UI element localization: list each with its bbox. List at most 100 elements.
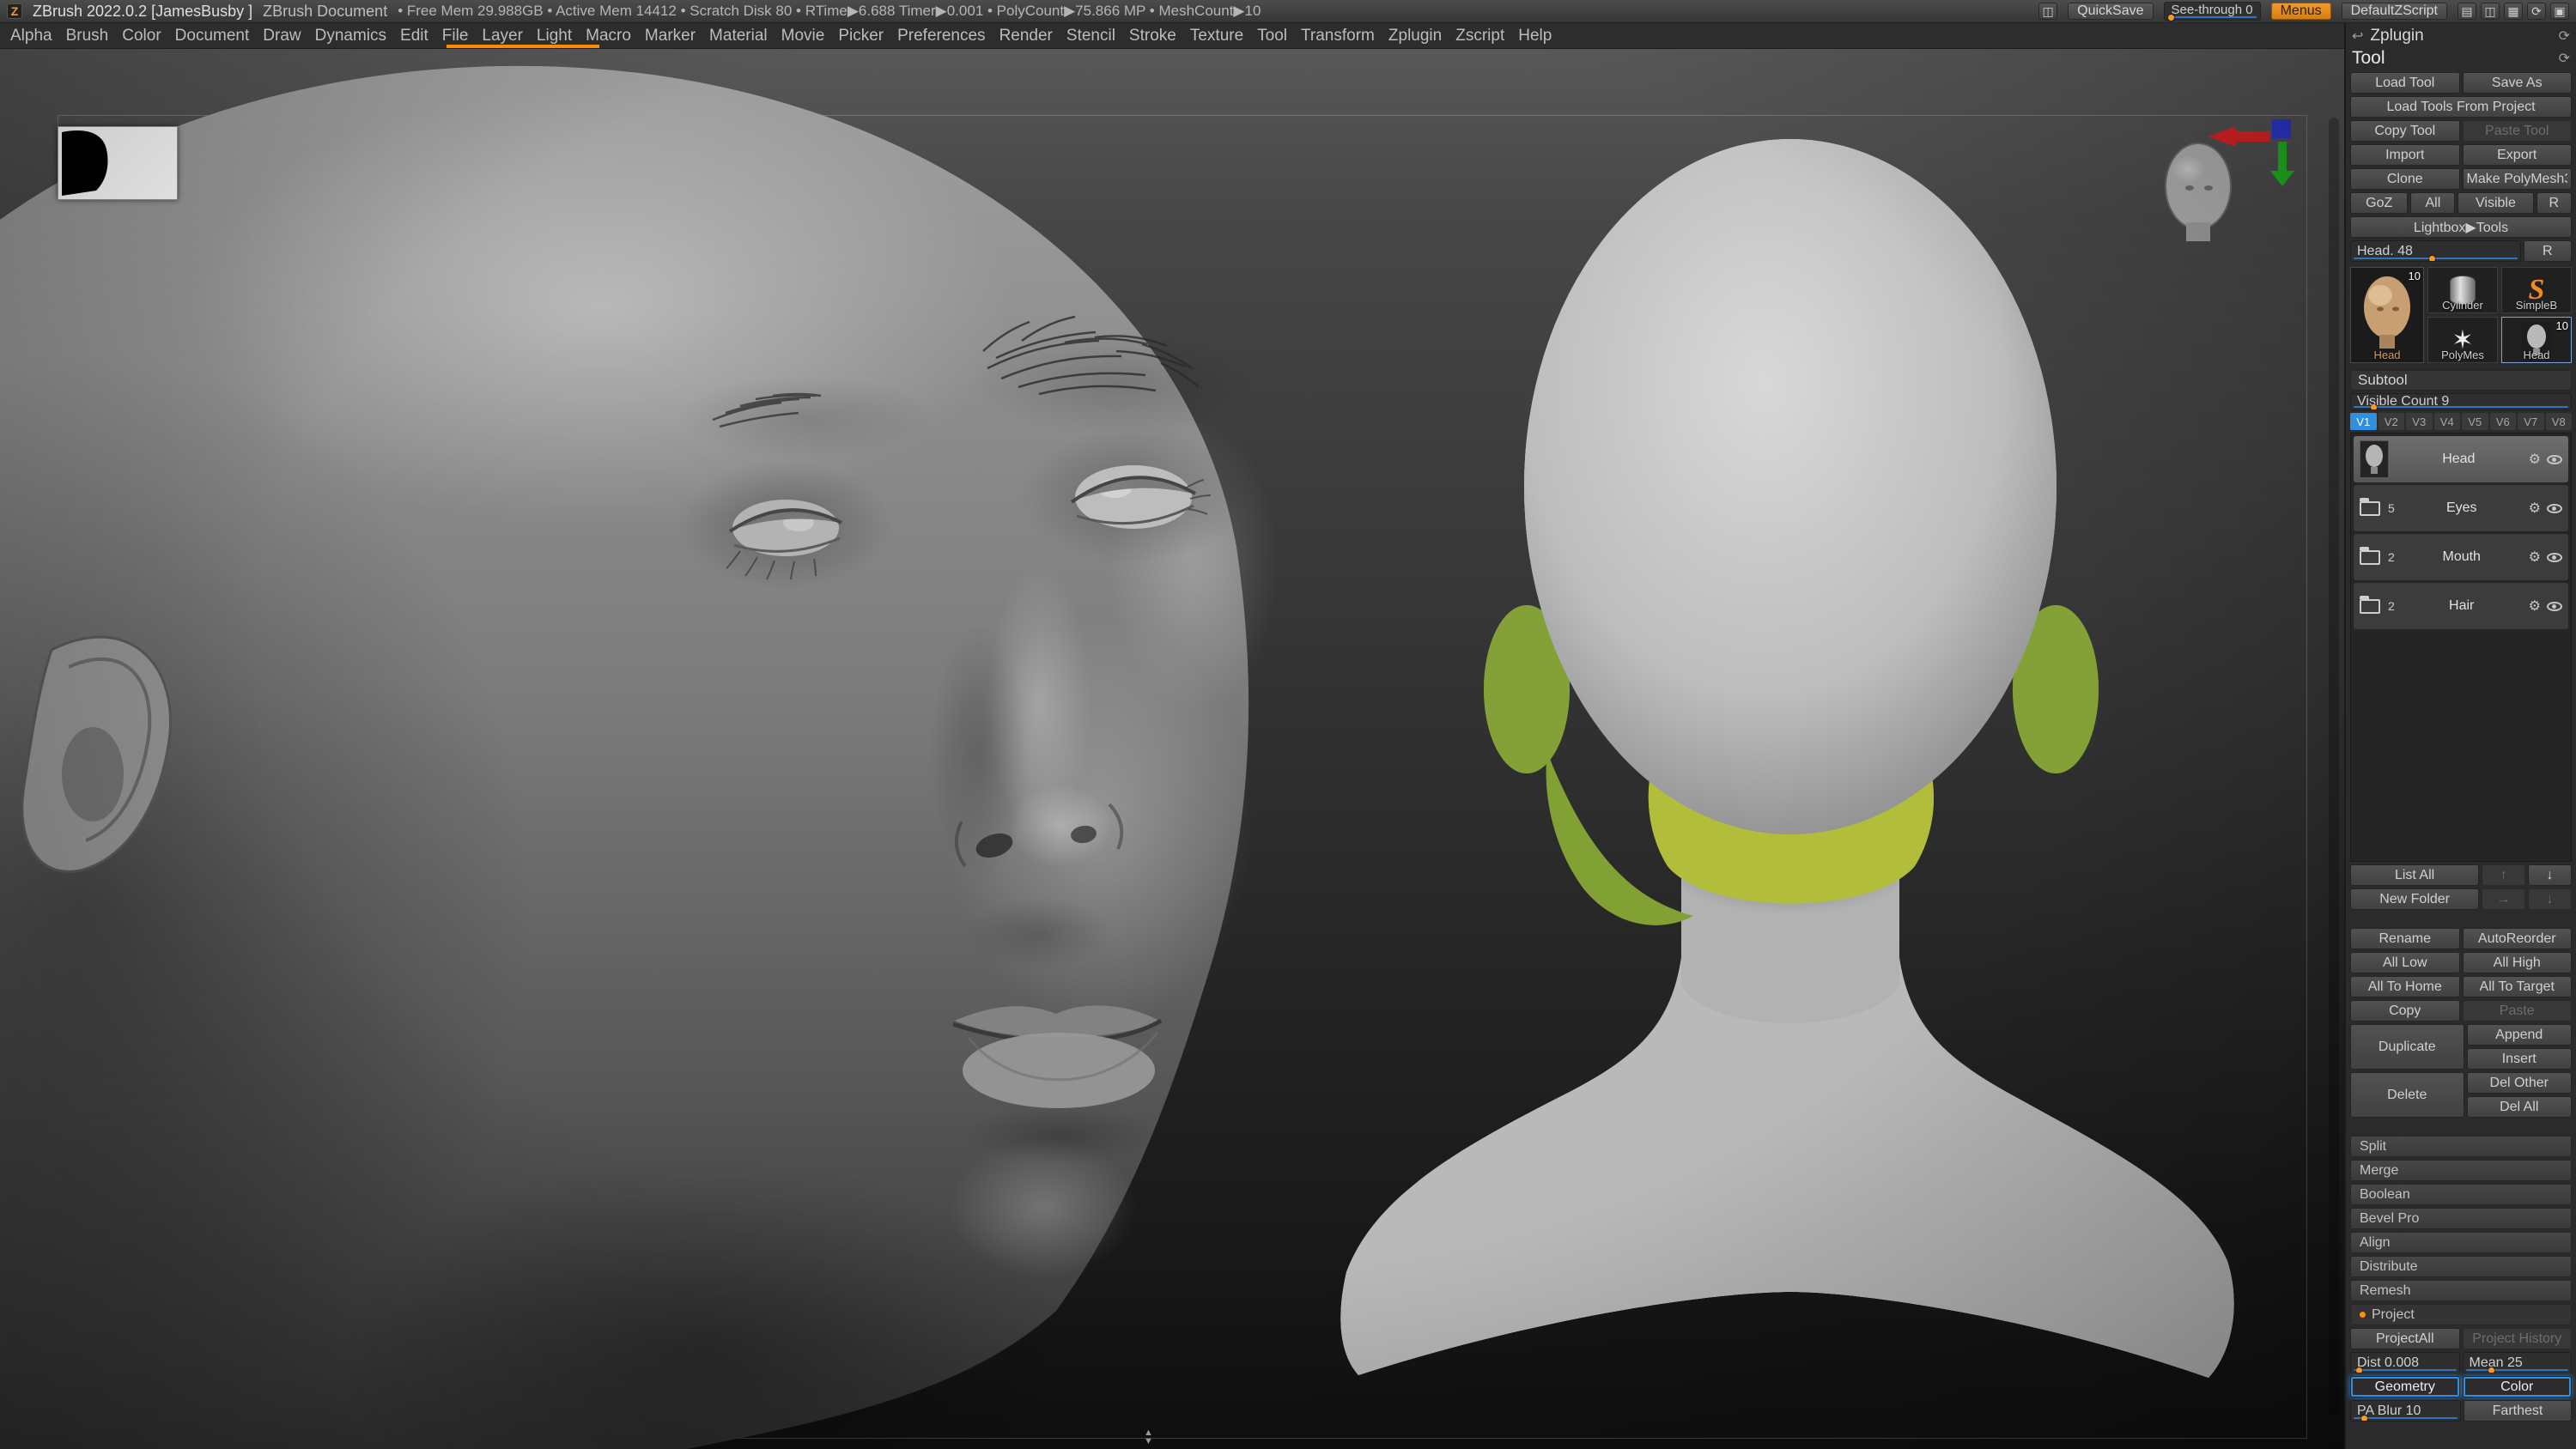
button-copy[interactable]: Copy bbox=[2350, 1000, 2460, 1022]
menu-document[interactable]: Document bbox=[168, 27, 257, 45]
slider-thumb[interactable] bbox=[2429, 256, 2436, 261]
current-tool-thumbnail[interactable]: 10 Head bbox=[2350, 267, 2424, 363]
button-all-to-target[interactable]: All To Target bbox=[2462, 976, 2572, 997]
subtool-tab-v6[interactable]: V6 bbox=[2489, 413, 2516, 430]
button-copy-tool[interactable]: Copy Tool bbox=[2350, 120, 2460, 142]
gear-icon[interactable]: ⚙ bbox=[2529, 549, 2541, 566]
button-make-polymesh3d[interactable]: Make PolyMesh3D bbox=[2462, 168, 2572, 190]
button-goz[interactable]: GoZ bbox=[2350, 192, 2409, 214]
button-new-folder[interactable]: New Folder bbox=[2350, 888, 2480, 910]
button-append[interactable]: Append bbox=[2466, 1024, 2572, 1046]
visibility-eye-icon[interactable] bbox=[2547, 454, 2562, 464]
subpalette-align[interactable]: Align bbox=[2350, 1232, 2572, 1253]
menu-draw[interactable]: Draw bbox=[256, 27, 307, 45]
button-all-to-home[interactable]: All To Home bbox=[2350, 976, 2460, 997]
visibility-eye-icon[interactable] bbox=[2547, 503, 2562, 513]
button-autoreorder[interactable]: AutoReorder bbox=[2462, 928, 2572, 949]
menu-help[interactable]: Help bbox=[1511, 27, 1558, 45]
slider-thumb[interactable] bbox=[2370, 404, 2377, 409]
button-all-low[interactable]: All Low bbox=[2350, 952, 2460, 973]
tool-refresh-icon[interactable]: ⟳ bbox=[2559, 50, 2570, 67]
quicksave-button[interactable]: QuickSave bbox=[2068, 3, 2154, 20]
button-r[interactable]: R bbox=[2536, 192, 2572, 214]
menu-dynamics[interactable]: Dynamics bbox=[308, 27, 393, 45]
gear-icon[interactable]: ⚙ bbox=[2529, 451, 2541, 468]
button-lightbox-tools[interactable]: Lightbox▶Tools bbox=[2350, 216, 2572, 238]
section-project[interactable]: Project bbox=[2350, 1304, 2572, 1325]
menu-material[interactable]: Material bbox=[702, 27, 775, 45]
button-head-48[interactable]: Head. 48 bbox=[2350, 240, 2521, 262]
button-item[interactable]: ↓ bbox=[2528, 888, 2572, 910]
menu-preferences[interactable]: Preferences bbox=[890, 27, 992, 45]
menu-brush[interactable]: Brush bbox=[59, 27, 116, 45]
alpha-thumbnail[interactable] bbox=[58, 126, 178, 200]
button-farthest[interactable]: Farthest bbox=[2464, 1400, 2572, 1422]
subtool-tab-v7[interactable]: V7 bbox=[2518, 413, 2544, 430]
menu-light[interactable]: Light bbox=[530, 27, 579, 45]
tool-thumb-head[interactable]: 10 Head bbox=[2501, 317, 2572, 363]
subtool-tab-v1[interactable]: V1 bbox=[2350, 413, 2377, 430]
menu-zplugin[interactable]: Zplugin bbox=[1382, 27, 1449, 45]
menu-layer[interactable]: Layer bbox=[475, 27, 530, 45]
menu-color[interactable]: Color bbox=[115, 27, 167, 45]
menu-marker[interactable]: Marker bbox=[638, 27, 702, 45]
refresh-ui-icon[interactable]: ⟳ bbox=[2527, 3, 2546, 20]
subtool-item-eyes[interactable]: 5 Eyes ⚙ bbox=[2354, 485, 2568, 531]
button-save-as[interactable]: Save As bbox=[2462, 72, 2572, 94]
subtool-item-head[interactable]: Head ⚙ bbox=[2354, 436, 2568, 482]
menus-button[interactable]: Menus bbox=[2270, 3, 2331, 20]
menu-macro[interactable]: Macro bbox=[579, 27, 638, 45]
subtool-tab-v4[interactable]: V4 bbox=[2433, 413, 2460, 430]
menu-zscript[interactable]: Zscript bbox=[1449, 27, 1511, 45]
button-delete[interactable]: Delete bbox=[2350, 1072, 2464, 1118]
subtool-tab-v3[interactable]: V3 bbox=[2406, 413, 2433, 430]
menu-transform[interactable]: Transform bbox=[1294, 27, 1382, 45]
button-load-tools-from-project[interactable]: Load Tools From Project bbox=[2350, 96, 2572, 118]
window-icon[interactable]: ▣ bbox=[2550, 3, 2569, 20]
zplugin-refresh-icon[interactable]: ⟳ bbox=[2559, 27, 2570, 45]
button-clone[interactable]: Clone bbox=[2350, 168, 2460, 190]
subtool-tab-v8[interactable]: V8 bbox=[2545, 413, 2572, 430]
single-panel-layout-icon[interactable]: ▤ bbox=[2458, 3, 2476, 20]
subtool-item-mouth[interactable]: 2 Mouth ⚙ bbox=[2354, 534, 2568, 580]
menu-picker[interactable]: Picker bbox=[831, 27, 890, 45]
menu-tool[interactable]: Tool bbox=[1250, 27, 1294, 45]
button-del-all[interactable]: Del All bbox=[2466, 1096, 2572, 1118]
menu-movie[interactable]: Movie bbox=[775, 27, 832, 45]
subtool-tab-v2[interactable]: V2 bbox=[2378, 413, 2404, 430]
menu-stroke[interactable]: Stroke bbox=[1122, 27, 1183, 45]
button-all[interactable]: All bbox=[2410, 192, 2456, 214]
subpalette-bevel-pro[interactable]: Bevel Pro bbox=[2350, 1208, 2572, 1229]
canvas-scroll-handle[interactable]: ▲ ▼ bbox=[1144, 1428, 1153, 1446]
head-preview-thumbnail[interactable] bbox=[2165, 142, 2232, 241]
button-mean-25[interactable]: Mean 25 bbox=[2462, 1352, 2572, 1373]
button-export[interactable]: Export bbox=[2462, 144, 2572, 166]
gear-icon[interactable]: ⚙ bbox=[2529, 500, 2541, 517]
subtool-section-header[interactable]: Subtool bbox=[2350, 370, 2572, 391]
button-import[interactable]: Import bbox=[2350, 144, 2460, 166]
menu-texture[interactable]: Texture bbox=[1183, 27, 1250, 45]
button-project-history[interactable]: Project History bbox=[2462, 1328, 2572, 1349]
sculpt-viewport[interactable]: ▲ ▼ bbox=[0, 49, 2344, 1449]
menu-file[interactable]: File bbox=[435, 27, 476, 45]
button-dist-0-008[interactable]: Dist 0.008 bbox=[2350, 1352, 2460, 1373]
button-del-other[interactable]: Del Other bbox=[2466, 1072, 2572, 1094]
button-item[interactable]: ↓ bbox=[2528, 864, 2572, 886]
tool-thumb-simpleb[interactable]: S SimpleB bbox=[2501, 267, 2572, 313]
subtool-item-hair[interactable]: 2 Hair ⚙ bbox=[2354, 583, 2568, 629]
button-item[interactable]: ↑ bbox=[2482, 864, 2526, 886]
button-projectall[interactable]: ProjectAll bbox=[2350, 1328, 2460, 1349]
button-paste[interactable]: Paste bbox=[2462, 1000, 2572, 1022]
slider-thumb[interactable] bbox=[2488, 1367, 2495, 1373]
button-rename[interactable]: Rename bbox=[2350, 928, 2460, 949]
subpalette-distribute[interactable]: Distribute bbox=[2350, 1256, 2572, 1277]
tool-thumb-cylinder[interactable]: Cylinder bbox=[2427, 267, 2498, 313]
button-pa-blur-10[interactable]: PA Blur 10 bbox=[2350, 1400, 2461, 1422]
tool-palette-header[interactable]: Tool ⟳ bbox=[2350, 47, 2572, 70]
palette-back-icon[interactable]: ↩ bbox=[2352, 27, 2363, 45]
subpalette-merge[interactable]: Merge bbox=[2350, 1160, 2572, 1181]
button-visible[interactable]: Visible bbox=[2458, 192, 2534, 214]
subtool-tab-v5[interactable]: V5 bbox=[2462, 413, 2488, 430]
see-through-slider[interactable]: See-through 0 bbox=[2163, 2, 2261, 21]
button-geometry[interactable]: Geometry bbox=[2350, 1376, 2460, 1397]
